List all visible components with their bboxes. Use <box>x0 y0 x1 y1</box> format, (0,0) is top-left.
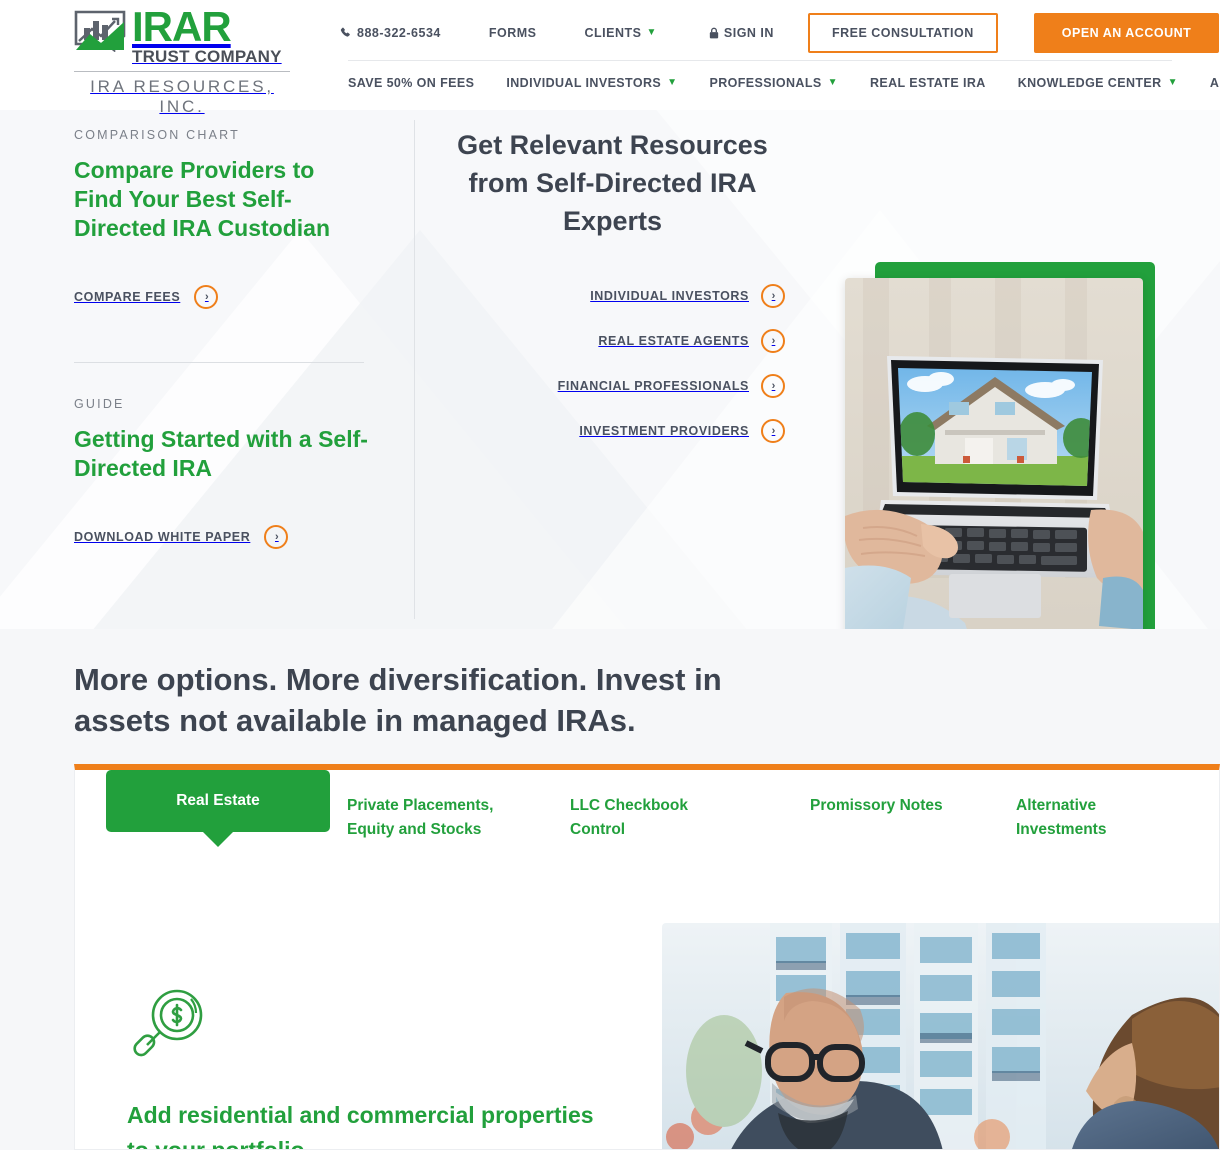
resources-panel: Get Relevant Resources from Self-Directe… <box>440 126 785 464</box>
feature-heading: Add residential and commercial propertie… <box>127 1102 594 1150</box>
hero-image <box>845 278 1143 629</box>
open-an-account-button[interactable]: OPEN AN ACCOUNT <box>1033 13 1220 53</box>
feature-image <box>662 923 1219 1149</box>
site-header: IRAR TRUST COMPANY IRA RESOURCES, INC. 8… <box>0 0 1220 116</box>
nav-label: PROFESSIONALS <box>709 76 822 90</box>
resources-title: Get Relevant Resources from Self-Directe… <box>457 130 768 236</box>
nav-label: ABOUT US <box>1209 76 1220 90</box>
hero-content: COMPARISON CHART Compare Providers to Fi… <box>0 110 1220 629</box>
hero-vertical-divider <box>414 120 415 619</box>
cta-label: COMPARE FEES <box>74 290 181 304</box>
promo-guide: GUIDE Getting Started with a Self-Direct… <box>74 397 374 549</box>
logo-top-row: IRAR TRUST COMPANY <box>74 3 290 67</box>
tab-promissory-notes[interactable]: Promissory Notes <box>810 794 990 818</box>
clients-menu[interactable]: CLIENTS ▼ <box>585 26 657 40</box>
chevron-right-icon: › <box>761 329 785 353</box>
logo-name-main: IRAR <box>132 3 232 50</box>
tab-real-estate[interactable]: Real Estate <box>106 770 330 832</box>
chart-mountain-logo-icon <box>74 10 126 52</box>
forms-link[interactable]: FORMS <box>489 26 537 40</box>
promo-comparison-chart: COMPARISON CHART Compare Providers to Fi… <box>74 128 364 309</box>
phone-link[interactable]: 888-322-6534 <box>340 26 441 40</box>
lock-icon <box>709 27 719 39</box>
tab-label: Real Estate <box>176 792 260 809</box>
nav-item-individual-investors[interactable]: INDIVIDUAL INVESTORS ▼ <box>506 76 677 90</box>
chevron-right-icon: › <box>194 285 219 309</box>
chevron-down-icon: ▼ <box>646 27 657 38</box>
resource-link-investment-providers[interactable]: INVESTMENT PROVIDERS › <box>440 419 785 443</box>
nav-item-professionals[interactable]: PROFESSIONALS ▼ <box>709 76 837 90</box>
free-consultation-button[interactable]: FREE CONSULTATION <box>807 13 998 53</box>
compare-fees-link[interactable]: COMPARE FEES › <box>74 285 364 309</box>
resource-label: INVESTMENT PROVIDERS <box>579 424 749 438</box>
logo-name-sub: TRUST COMPANY <box>132 47 282 66</box>
header-divider <box>348 60 1172 61</box>
logo-divider <box>74 71 290 72</box>
sign-in-label: SIGN IN <box>723 26 774 40</box>
resource-link-financial-professionals[interactable]: FINANCIAL PROFESSIONALS › <box>440 374 785 398</box>
resource-link-individual-investors[interactable]: INDIVIDUAL INVESTORS › <box>440 284 785 308</box>
chevron-down-icon: ▼ <box>827 77 838 88</box>
utility-nav: 888-322-6534 FORMS CLIENTS ▼ SIGN IN FRE… <box>340 12 1220 54</box>
nav-label: SAVE 50% ON FEES <box>348 76 475 90</box>
chevron-right-icon: › <box>761 284 785 308</box>
resource-label: INDIVIDUAL INVESTORS <box>590 289 749 303</box>
logo-wordmark: IRAR TRUST COMPANY <box>132 3 282 67</box>
resource-label: FINANCIAL PROFESSIONALS <box>557 379 749 393</box>
promo-eyebrow: COMPARISON CHART <box>74 128 240 142</box>
feature-text-block: Add residential and commercial propertie… <box>127 983 607 1150</box>
asset-types-section: More options. More diversification. Inve… <box>0 629 1220 1150</box>
tab-private-placements[interactable]: Private Placements, Equity and Stocks <box>347 794 527 842</box>
chevron-right-icon: › <box>761 419 785 443</box>
hero-section: COMPARISON CHART Compare Providers to Fi… <box>0 110 1220 629</box>
chevron-right-icon: › <box>264 525 289 549</box>
site-logo[interactable]: IRAR TRUST COMPANY IRA RESOURCES, INC. <box>74 3 290 117</box>
asset-tabs: Real Estate Private Placements, Equity a… <box>75 770 1219 890</box>
promo-eyebrow: GUIDE <box>74 397 125 411</box>
cta-label: DOWNLOAD WHITE PAPER <box>74 530 251 544</box>
tab-alternative-investments[interactable]: Alternative Investments <box>1016 794 1166 842</box>
promo-divider <box>74 362 364 363</box>
nav-item-save-fees[interactable]: SAVE 50% ON FEES <box>348 76 474 90</box>
chevron-right-icon: › <box>761 374 785 398</box>
section-heading: More options. More diversification. Inve… <box>74 662 722 738</box>
nav-label: INDIVIDUAL INVESTORS <box>506 76 662 90</box>
phone-icon <box>340 27 352 39</box>
promo-title: Compare Providers to Find Your Best Self… <box>74 157 331 241</box>
nav-label: REAL ESTATE IRA <box>869 76 986 90</box>
promo-title: Getting Started with a Self-Directed IRA <box>74 426 368 481</box>
resources-links: INDIVIDUAL INVESTORS › REAL ESTATE AGENT… <box>440 284 785 443</box>
phone-number: 888-322-6534 <box>357 26 441 40</box>
logo-tagline: IRA RESOURCES, INC. <box>90 77 274 116</box>
sign-in-link[interactable]: SIGN IN <box>709 26 774 40</box>
chevron-down-icon: ▼ <box>1167 77 1178 88</box>
resource-label: REAL ESTATE AGENTS <box>598 334 749 348</box>
nav-item-knowledge-center[interactable]: KNOWLEDGE CENTER ▼ <box>1018 76 1178 90</box>
nav-item-real-estate-ira[interactable]: REAL ESTATE IRA <box>870 76 986 90</box>
magnifier-dollar-icon <box>127 989 213 1073</box>
download-white-paper-link[interactable]: DOWNLOAD WHITE PAPER › <box>74 525 374 549</box>
resource-link-real-estate-agents[interactable]: REAL ESTATE AGENTS › <box>440 329 785 353</box>
nav-label: KNOWLEDGE CENTER <box>1017 76 1162 90</box>
nav-item-about-us[interactable]: ABOUT US ▼ <box>1210 76 1220 90</box>
asset-types-card: Real Estate Private Placements, Equity a… <box>74 764 1220 1150</box>
tab-llc-checkbook-control[interactable]: LLC Checkbook Control <box>570 794 730 842</box>
main-nav: SAVE 50% ON FEES INDIVIDUAL INVESTORS ▼ … <box>348 76 1220 90</box>
clients-label: CLIENTS <box>584 26 642 40</box>
chevron-down-icon: ▼ <box>667 77 678 88</box>
